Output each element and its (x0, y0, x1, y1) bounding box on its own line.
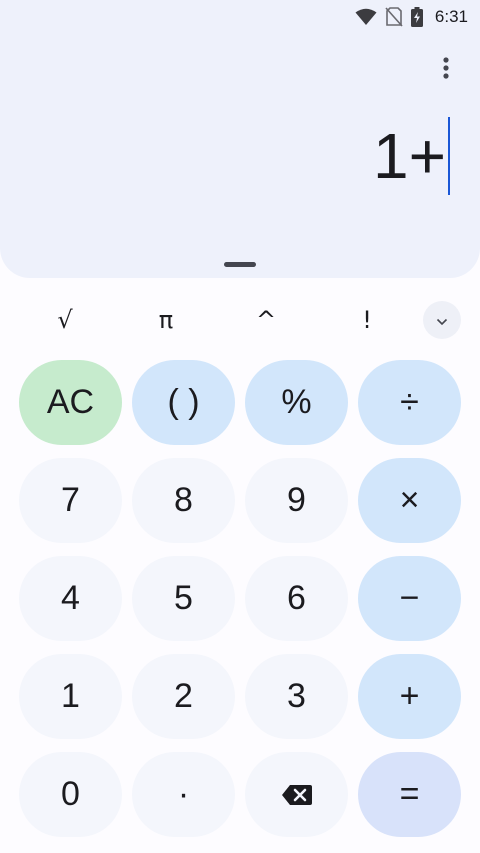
multiply-button[interactable]: × (358, 458, 461, 543)
divide-button[interactable]: ÷ (358, 360, 461, 445)
expand-button[interactable] (423, 301, 461, 339)
minus-button[interactable]: − (358, 556, 461, 641)
digit-3-button[interactable]: 3 (245, 654, 348, 739)
sqrt-button[interactable]: √ (30, 298, 100, 342)
chevron-down-icon (436, 311, 448, 330)
plus-button[interactable]: + (358, 654, 461, 739)
digit-6-button[interactable]: 6 (245, 556, 348, 641)
backspace-button[interactable] (245, 752, 348, 837)
digit-2-button[interactable]: 2 (132, 654, 235, 739)
digit-4-button[interactable]: 4 (19, 556, 122, 641)
parentheses-button[interactable]: ( ) (132, 360, 235, 445)
status-bar: 6:31 (355, 0, 480, 34)
expression-text: 1+ (373, 120, 446, 192)
digit-8-button[interactable]: 8 (132, 458, 235, 543)
battery-charging-icon (410, 7, 423, 27)
digit-7-button[interactable]: 7 (19, 458, 122, 543)
wifi-icon (355, 8, 377, 26)
digit-5-button[interactable]: 5 (132, 556, 235, 641)
factorial-button[interactable]: ! (332, 298, 402, 342)
power-button[interactable]: ^ (231, 298, 301, 342)
percent-button[interactable]: % (245, 360, 348, 445)
no-sim-icon (385, 7, 403, 27)
backspace-icon (281, 784, 313, 806)
decimal-button[interactable]: · (132, 752, 235, 837)
clear-button[interactable]: AC (19, 360, 122, 445)
equals-button[interactable]: = (358, 752, 461, 837)
digit-0-button[interactable]: 0 (19, 752, 122, 837)
status-time: 6:31 (434, 7, 468, 26)
text-cursor (448, 117, 450, 195)
digit-1-button[interactable]: 1 (19, 654, 122, 739)
pi-button[interactable]: π (131, 298, 201, 342)
expression-field[interactable]: 1+ (373, 114, 450, 198)
drag-handle[interactable] (224, 262, 256, 267)
overflow-menu-button[interactable] (428, 52, 464, 88)
display-panel: 6:31 1+ (0, 0, 480, 278)
more-vert-icon (443, 56, 449, 84)
scientific-row: √ π ^ ! (0, 298, 480, 342)
digit-9-button[interactable]: 9 (245, 458, 348, 543)
